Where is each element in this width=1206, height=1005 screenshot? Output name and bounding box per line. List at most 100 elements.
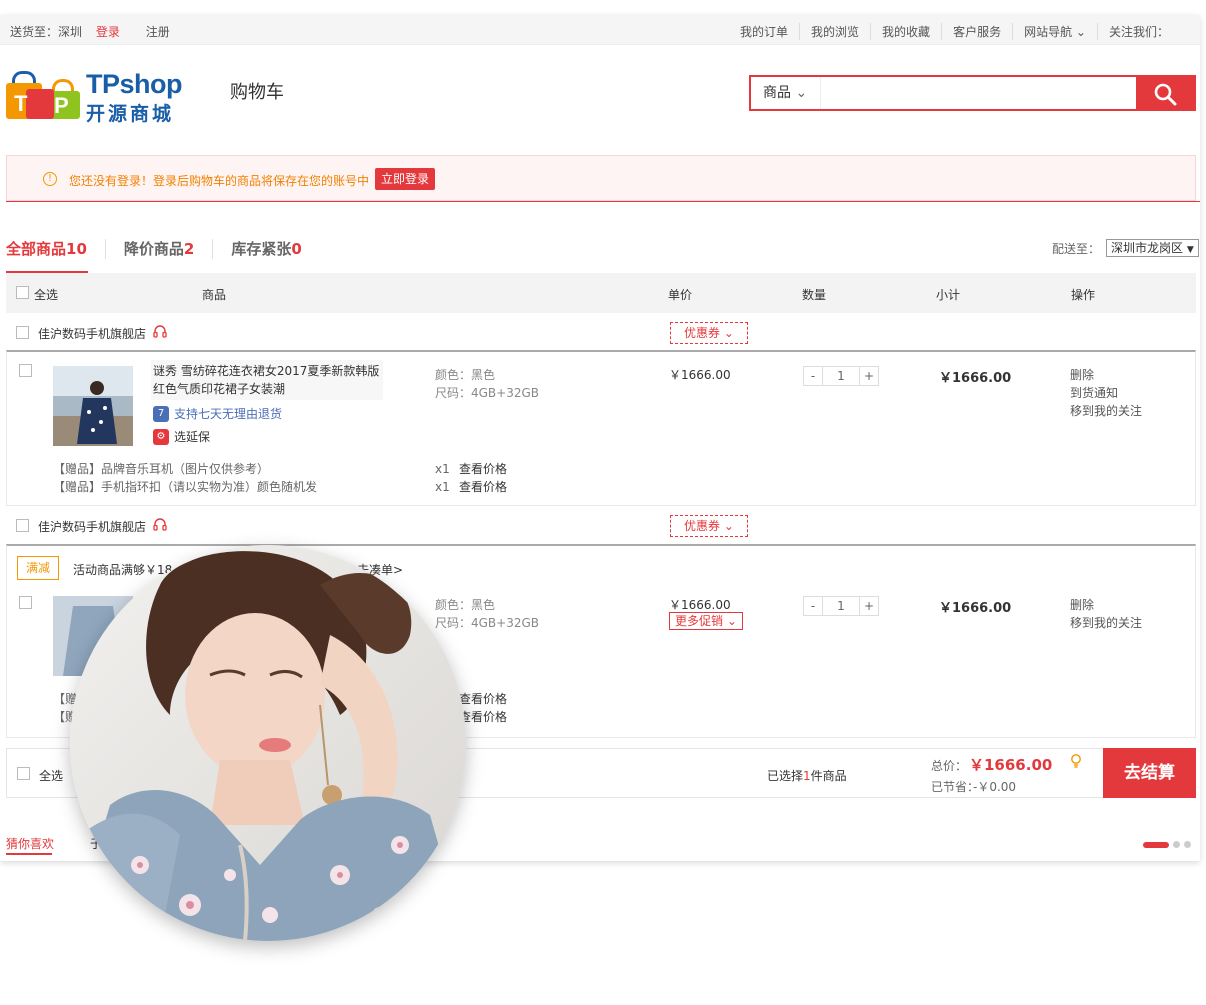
item-checkbox[interactable] xyxy=(19,596,32,609)
tab-label: 降价商品 xyxy=(123,240,184,258)
service-return-label: 支持七天无理由退货 xyxy=(174,407,283,421)
checkout-button[interactable]: 去结算 xyxy=(1103,748,1196,798)
coupon-button[interactable]: 优惠券 ⌄ xyxy=(670,515,748,537)
move-to-favorites-link[interactable]: 移到我的关注 xyxy=(1070,614,1142,632)
select-all-checkbox[interactable] xyxy=(17,767,30,780)
carousel-dots xyxy=(1143,841,1195,848)
delivery-select[interactable]: 深圳市龙岗区 ▼ xyxy=(1106,239,1199,257)
model-photo-icon xyxy=(70,545,466,941)
search-input[interactable] xyxy=(823,77,1137,109)
lightbulb-icon[interactable] xyxy=(1070,754,1082,768)
divider xyxy=(6,201,1200,202)
tab-price-drop[interactable]: 降价商品2 xyxy=(104,239,212,259)
follow-us-link[interactable]: 关注我们： xyxy=(1096,23,1180,40)
service-warranty-label: 选延保 xyxy=(174,430,211,444)
total-label: 总价： xyxy=(931,759,968,773)
decrease-button[interactable]: - xyxy=(804,367,822,385)
search-button[interactable] xyxy=(1136,77,1194,109)
view-price-link[interactable]: 查看价格 xyxy=(459,478,507,496)
top-bar-links: 我的订单 我的浏览 我的收藏 客户服务 网站导航 ⌄ 关注我们： xyxy=(729,23,1180,40)
chevron-down-icon: ⌄ xyxy=(723,519,734,533)
service-return[interactable]: 7 支持七天无理由退货 xyxy=(153,405,282,422)
chevron-down-icon: ⌄ xyxy=(1075,25,1086,39)
select-all-checkbox[interactable] xyxy=(16,286,29,299)
tab-label: 全部商品 xyxy=(6,240,67,258)
decrease-button[interactable]: - xyxy=(804,597,822,615)
headset-icon[interactable] xyxy=(152,517,168,533)
login-link[interactable]: 登录 xyxy=(96,25,120,39)
cart-tabs: 全部商品10 降价商品2 库存紧张0 xyxy=(6,239,320,273)
warning-icon: ! xyxy=(43,172,57,186)
col-action: 操作 xyxy=(1071,288,1096,302)
product-thumbnail[interactable] xyxy=(53,366,133,446)
search-category-select[interactable]: 商品 ⌄ xyxy=(751,77,821,109)
warranty-icon: ⚙ xyxy=(153,428,169,445)
login-notice: ! 您还没有登录！登录后购物车的商品将保存在您的账号中 立即登录 xyxy=(6,155,1196,201)
top-bar-left: 送货至：深圳 登录 注册 xyxy=(10,23,180,40)
service-warranty[interactable]: ⚙ 选延保 xyxy=(153,428,210,445)
customer-service-link[interactable]: 客户服务 xyxy=(941,23,1012,40)
shop-checkbox[interactable] xyxy=(16,326,29,339)
arrival-notice-link[interactable]: 到货通知 xyxy=(1070,384,1142,402)
selected-count: 已选择1件商品 xyxy=(767,767,847,784)
coupon-button[interactable]: 优惠券 ⌄ xyxy=(670,322,748,344)
site-logo[interactable]: T P TPshop 开源商城 xyxy=(6,65,196,125)
notice-text: 您还没有登录！登录后购物车的商品将保存在您的账号中 xyxy=(69,174,370,188)
item-actions: 删除 移到我的关注 xyxy=(1070,596,1142,632)
product-title[interactable]: 谜秀 雪纺碎花连衣裙女2017夏季新款韩版红色气质印花裙子女装潮 xyxy=(151,360,383,400)
city-link[interactable]: 深圳 xyxy=(58,25,82,39)
coupon-label: 优惠券 xyxy=(684,326,721,340)
increase-button[interactable]: + xyxy=(860,597,878,615)
quantity-input[interactable]: 1 xyxy=(822,597,860,615)
chevron-down-icon: ⌄ xyxy=(723,326,734,340)
carousel-dot-active[interactable] xyxy=(1143,841,1169,848)
carousel-dot[interactable] xyxy=(1184,841,1191,848)
logo-subtitle: 开源商城 xyxy=(86,103,175,125)
unit-price: ￥1666.00 xyxy=(669,598,731,612)
my-history-link[interactable]: 我的浏览 xyxy=(799,23,870,40)
selected-prefix: 已选择 xyxy=(767,769,804,783)
delivery-label: 配送至： xyxy=(1052,241,1101,256)
spec-color: 颜色：黑色 xyxy=(435,368,496,382)
search-icon xyxy=(1154,83,1177,106)
headset-icon[interactable] xyxy=(152,324,168,340)
selected-suffix: 件商品 xyxy=(810,769,847,783)
view-price-link[interactable]: 查看价格 xyxy=(459,708,507,726)
delete-link[interactable]: 删除 xyxy=(1070,366,1142,384)
site-nav-link[interactable]: 网站导航 ⌄ xyxy=(1012,23,1097,40)
item-actions: 删除 到货通知 移到我的关注 xyxy=(1070,366,1142,420)
tab-all-items[interactable]: 全部商品10 xyxy=(6,239,105,259)
shop-name[interactable]: 佳沪数码手机旗舰店 xyxy=(38,518,146,535)
shop-name[interactable]: 佳沪数码手机旗舰店 xyxy=(38,325,146,342)
chevron-down-icon: ⌄ xyxy=(795,85,808,101)
cart-table-header: 全选 商品 单价 数量 小计 操作 xyxy=(6,273,1196,313)
tab-count: 0 xyxy=(291,240,302,258)
tab-low-stock[interactable]: 库存紧张0 xyxy=(212,239,319,259)
view-price-link[interactable]: 查看价格 xyxy=(459,460,507,478)
login-now-button[interactable]: 立即登录 xyxy=(375,168,436,190)
shop-checkbox[interactable] xyxy=(16,519,29,532)
site-nav-label: 网站导航 xyxy=(1024,25,1073,39)
tab-count: 2 xyxy=(183,240,195,258)
delete-link[interactable]: 删除 xyxy=(1070,596,1142,614)
move-to-favorites-link[interactable]: 移到我的关注 xyxy=(1070,402,1142,420)
col-product: 商品 xyxy=(202,288,227,302)
promo-text: 活动商品满够￥18 xyxy=(73,563,173,577)
tab-guess-you-like[interactable]: 猜你喜欢 xyxy=(6,835,54,852)
page-title: 购物车 xyxy=(230,82,284,103)
my-orders-link[interactable]: 我的订单 xyxy=(729,23,799,40)
my-favorites-link[interactable]: 我的收藏 xyxy=(870,23,941,40)
more-promo-button[interactable]: 更多促销 ⌄ xyxy=(669,612,743,630)
quantity-input[interactable]: 1 xyxy=(822,367,860,385)
carousel-dot[interactable] xyxy=(1173,841,1180,848)
view-price-link[interactable]: 查看价格 xyxy=(459,690,507,708)
register-link[interactable]: 注册 xyxy=(146,25,170,39)
select-all-label: 全选 xyxy=(34,288,59,302)
coupon-label: 优惠券 xyxy=(684,519,721,533)
increase-button[interactable]: + xyxy=(860,367,878,385)
gift-item: 【赠品】品牌音乐耳机（图片仅供参考） xyxy=(53,462,270,476)
tab-count: 10 xyxy=(66,240,87,258)
item-checkbox[interactable] xyxy=(19,364,32,377)
more-promo-label: 更多促销 xyxy=(675,614,724,628)
deliver-label: 送货至： xyxy=(10,25,59,39)
